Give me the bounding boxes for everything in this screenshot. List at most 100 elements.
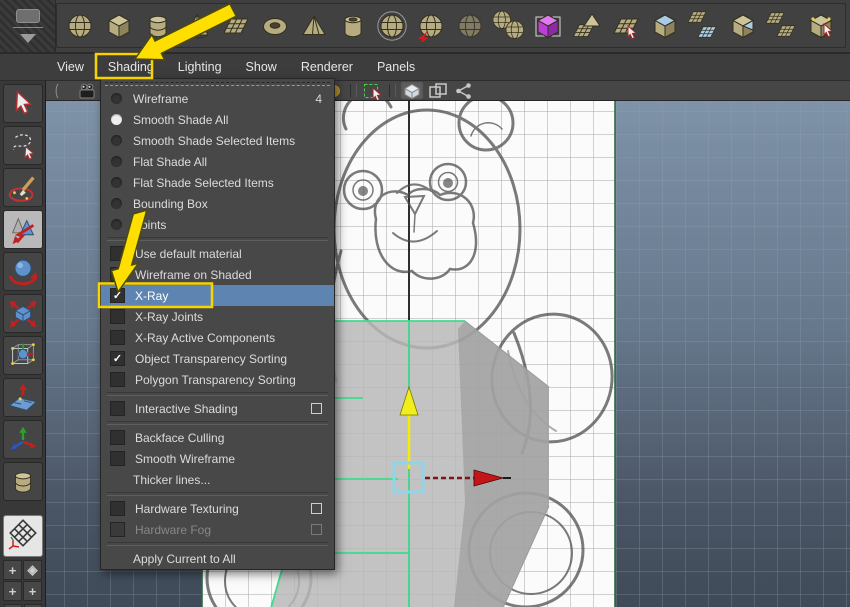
menu-item-spacer (110, 552, 123, 565)
selection-highlighting-toggle[interactable] (361, 81, 385, 100)
pane-layout-button-3[interactable]: + (3, 581, 22, 601)
menu-item-object-transparency-sorting[interactable]: ✓ Object Transparency Sorting (101, 348, 334, 369)
menu-item-flat-shade-all[interactable]: Flat Shade All (101, 151, 334, 172)
shelf-tab-button[interactable] (15, 9, 40, 23)
poly-torus-icon[interactable] (257, 6, 292, 46)
menu-item-label: Hardware Texturing (135, 501, 239, 516)
menu-item-bounding-box[interactable]: Bounding Box (101, 193, 334, 214)
poly-cylinder-icon[interactable] (140, 6, 175, 46)
radio-icon (111, 177, 122, 188)
lasso-select-tool[interactable] (2, 126, 43, 165)
menu-separator (107, 392, 328, 396)
menu-item-hardware-fog[interactable]: Hardware Fog (101, 519, 334, 540)
scale-tool[interactable] (2, 294, 43, 333)
menu-item-use-default-material[interactable]: Use default material (101, 243, 334, 264)
menu-item-smooth-shade-selected-items[interactable]: Smooth Shade Selected Items (101, 130, 334, 151)
option-box-icon[interactable] (311, 403, 322, 414)
rotate-tool[interactable] (2, 252, 43, 291)
shelf (0, 0, 850, 54)
menu-item-apply-current-to-all[interactable]: Apply Current to All (101, 548, 334, 569)
select-tool[interactable] (2, 84, 43, 123)
menu-separator (107, 421, 328, 425)
menubar-item-show[interactable]: Show (234, 55, 289, 79)
pane-layout-button-persp[interactable]: ◈ (23, 560, 42, 580)
single-pane-layout-button[interactable] (2, 515, 43, 557)
paint-select-tool[interactable] (2, 168, 43, 207)
poly-pyramid-icon[interactable] (296, 6, 331, 46)
option-box-icon[interactable] (311, 503, 322, 514)
pane-menu-handle[interactable] (49, 81, 73, 100)
poly-platonic-icon[interactable] (374, 6, 409, 46)
menu-item-label: X-Ray Active Components (135, 330, 276, 345)
bevel-cube-icon[interactable] (725, 6, 760, 46)
bridge-faces-icon[interactable] (764, 6, 799, 46)
menu-item-label: Smooth Shade All (133, 112, 229, 127)
quad-draw-tool-icon[interactable] (569, 6, 604, 46)
menubar-item-renderer[interactable]: Renderer (289, 55, 365, 79)
poly-sphere-icon[interactable] (62, 6, 97, 46)
move-tool[interactable] (2, 210, 43, 249)
target-weld-tool-icon[interactable] (803, 6, 838, 46)
menu-item-polygon-transparency-sorting[interactable]: Polygon Transparency Sorting (101, 369, 334, 390)
soft-modification-tool[interactable] (2, 378, 43, 417)
checkbox-checked-icon: ✓ (110, 351, 125, 366)
screenshot-icon[interactable] (452, 81, 476, 100)
radio-selected-icon (111, 114, 122, 125)
menubar-item-lighting[interactable]: Lighting (166, 55, 234, 79)
sculpt-sphere-icon[interactable] (413, 6, 448, 46)
menu-item-label: Hardware Fog (135, 522, 212, 537)
menu-item-x-ray-joints[interactable]: X-Ray Joints (101, 306, 334, 327)
menu-item-label: Thicker lines... (133, 472, 211, 487)
pane-layout-button-1[interactable]: + (3, 560, 22, 580)
combine-meshes-icon[interactable] (491, 6, 526, 46)
menu-item-label: Flat Shade All (133, 154, 208, 169)
menu-item-wireframe[interactable]: Wireframe 4 (101, 88, 334, 109)
menu-item-wireframe-on-shaded[interactable]: Wireframe on Shaded (101, 264, 334, 285)
last-tool-used[interactable] (2, 462, 43, 501)
radio-icon (111, 198, 122, 209)
uv-editor-cube-icon[interactable] (530, 6, 565, 46)
radio-icon (111, 135, 122, 146)
menu-item-points[interactable]: Points (101, 214, 334, 235)
checkbox-icon (110, 522, 125, 537)
shelf-menu-arrow-icon[interactable] (19, 34, 36, 43)
pane-layout-button-4[interactable]: + (23, 581, 42, 601)
menu-item-x-ray-active-components[interactable]: X-Ray Active Components (101, 327, 334, 348)
menu-item-flat-shade-selected-items[interactable]: Flat Shade Selected Items (101, 172, 334, 193)
menu-item-backface-culling[interactable]: Backface Culling (101, 427, 334, 448)
menu-item-thicker-lines[interactable]: Thicker lines... (101, 469, 334, 490)
menu-tear-off-handle[interactable] (103, 80, 332, 88)
option-box-icon[interactable] (311, 524, 322, 535)
toolbar-separator (350, 84, 357, 97)
four-pane-layout-buttons: + ◈ + + (3, 560, 42, 601)
poly-cube-icon[interactable] (101, 6, 136, 46)
poly-pipe-icon[interactable] (335, 6, 370, 46)
checkbox-icon (110, 501, 125, 516)
menu-item-label: Wireframe on Shaded (135, 267, 252, 282)
menubar-item-shading[interactable]: Shading (96, 55, 166, 79)
smooth-mesh-icon[interactable] (452, 6, 487, 46)
menu-item-label: Interactive Shading (135, 401, 238, 416)
isolate-select-toggle[interactable] (426, 81, 450, 100)
menu-separator (107, 492, 328, 496)
menu-item-smooth-wireframe[interactable]: Smooth Wireframe (101, 448, 334, 469)
poly-cone-icon[interactable] (179, 6, 214, 46)
menu-separator (107, 542, 328, 546)
menu-item-smooth-shade-all[interactable]: Smooth Shade All (101, 109, 334, 130)
toolbar-separator (389, 84, 396, 97)
xray-display-toggle[interactable] (400, 81, 424, 100)
menu-item-x-ray[interactable]: ✓ X-Ray (101, 285, 334, 306)
show-manipulator-tool[interactable] (2, 420, 43, 459)
mirror-geometry-icon[interactable] (686, 6, 721, 46)
universal-manipulator-tool[interactable] (2, 336, 43, 375)
menu-item-hardware-texturing[interactable]: Hardware Texturing (101, 498, 334, 519)
poly-plane-icon[interactable] (218, 6, 253, 46)
menubar-item-view[interactable]: View (45, 55, 96, 79)
multi-cut-tool-icon[interactable] (647, 6, 682, 46)
append-to-polygon-tool-icon[interactable] (608, 6, 643, 46)
perspective-camera-icon[interactable] (75, 81, 99, 100)
menubar-item-panels[interactable]: Panels (365, 55, 427, 79)
menu-item-spacer (110, 473, 123, 486)
menu-item-interactive-shading[interactable]: Interactive Shading (101, 398, 334, 419)
toolbox: + ◈ + + (0, 81, 46, 607)
